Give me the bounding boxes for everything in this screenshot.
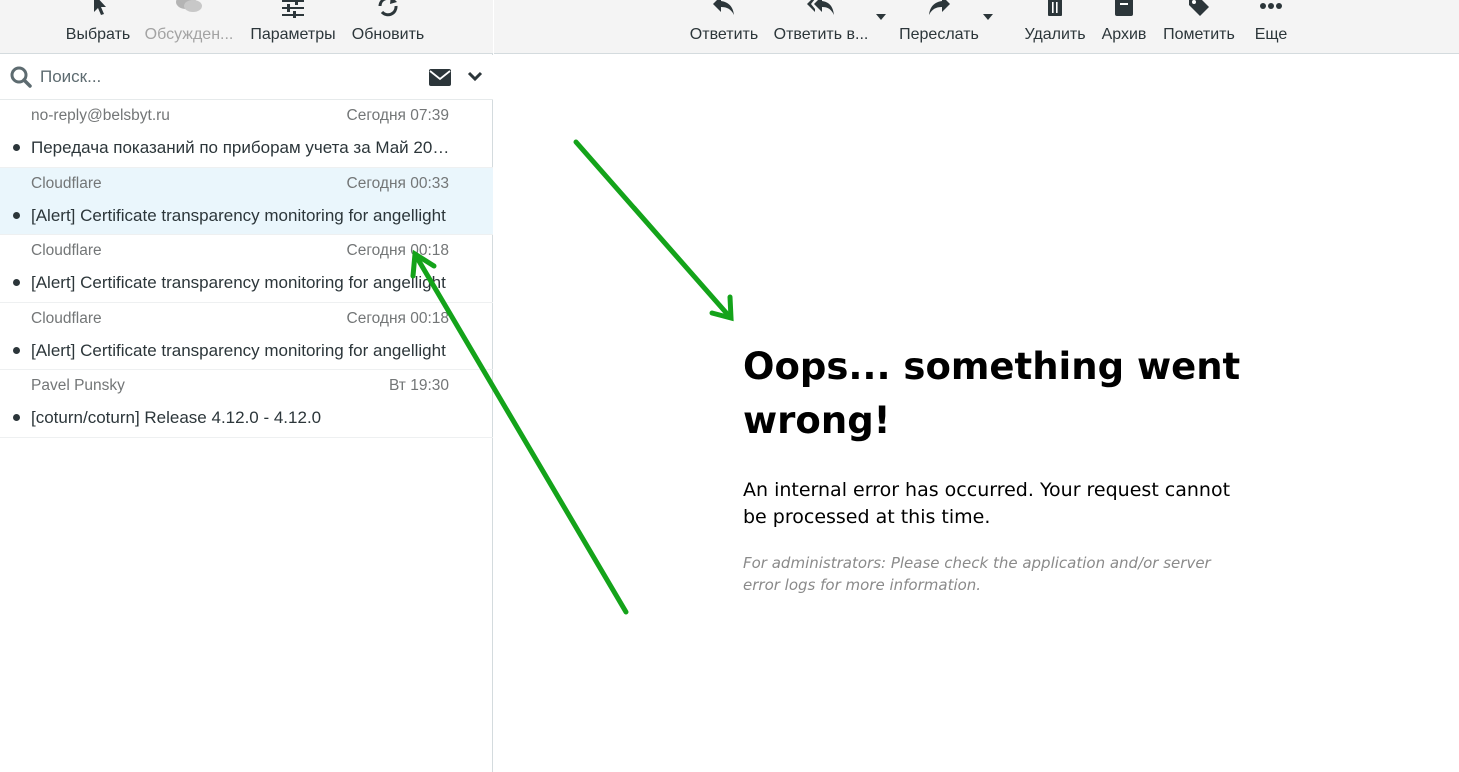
message-date: Сегодня 00:18 (346, 309, 450, 327)
forward-icon (929, 0, 950, 15)
message-sender: Cloudflare (31, 242, 102, 260)
more-dots-icon (1260, 3, 1282, 9)
message-list-pane: Выбрать Обсужден... Параметры Обновить П… (0, 0, 493, 772)
options-button[interactable]: Параметры (250, 0, 336, 54)
refresh-label: Обновить (351, 26, 425, 43)
sliders-icon (282, 0, 304, 18)
unread-dot-icon[interactable] (13, 144, 20, 151)
chevron-down-icon[interactable] (467, 71, 483, 82)
reply-label: Ответить (689, 26, 759, 43)
message-subject: [Alert] Certificate transparency monitor… (31, 273, 446, 293)
archive-icon (1115, 0, 1133, 16)
message-subject: [Alert] Certificate transparency monitor… (31, 340, 446, 360)
comments-icon (176, 0, 202, 12)
archive-button[interactable]: Архив (1100, 0, 1148, 54)
envelope-icon[interactable] (429, 69, 451, 86)
reply-all-icon (807, 0, 834, 15)
message-row[interactable]: Cloudflare Сегодня 00:18 [Alert] Certifi… (0, 303, 493, 371)
search-icon (10, 66, 32, 88)
forward-dropdown-icon[interactable] (983, 14, 993, 20)
search-bar (0, 55, 493, 100)
reply-all-dropdown-icon[interactable] (876, 14, 886, 20)
message-sender: no-reply@belsbyt.ru (31, 107, 170, 124)
threads-button[interactable]: Обсужден... (145, 0, 233, 54)
archive-label: Архив (1101, 26, 1147, 43)
unread-dot-icon[interactable] (13, 414, 20, 422)
message-content-pane: Ответить Ответить в... Переслать Удалить (494, 0, 1459, 772)
list-toolbar: Выбрать Обсужден... Параметры Обновить (0, 0, 493, 54)
reply-all-button[interactable]: Ответить в... (773, 0, 869, 54)
message-toolbar: Ответить Ответить в... Переслать Удалить (494, 0, 1459, 54)
mark-label: Пометить (1163, 26, 1235, 43)
options-label: Параметры (250, 26, 336, 43)
more-label: Еще (1254, 26, 1288, 43)
message-date: Вт 19:30 (388, 377, 449, 395)
message-sender: Cloudflare (31, 309, 102, 327)
message-row[interactable]: Cloudflare Сегодня 00:18 [Alert] Certifi… (0, 235, 493, 303)
search-input[interactable] (40, 63, 410, 91)
threads-label: Обсужден... (144, 26, 234, 43)
tag-icon (1189, 0, 1209, 16)
mark-button[interactable]: Пометить (1162, 0, 1236, 54)
unread-dot-icon[interactable] (13, 279, 20, 287)
message-date: Сегодня 00:18 (346, 242, 450, 260)
cursor-icon (94, 0, 106, 15)
reply-button[interactable]: Ответить (689, 0, 759, 54)
message-sender: Pavel Punsky (31, 377, 125, 395)
select-button[interactable]: Выбрать (66, 0, 130, 54)
error-message: Oops... something went wrong! An interna… (743, 340, 1243, 596)
unread-dot-icon[interactable] (13, 211, 20, 219)
unread-dot-icon[interactable] (13, 346, 20, 354)
delete-button[interactable]: Удалить (1024, 0, 1086, 54)
error-description: An internal error has occurred. Your req… (743, 479, 1231, 528)
trash-icon (1048, 0, 1062, 16)
reply-icon (713, 0, 734, 15)
forward-label: Переслать (899, 26, 979, 43)
message-row-selected[interactable]: Cloudflare Сегодня 00:33 [Alert] Certifi… (0, 167, 493, 236)
error-admin-note: For administrators: Please check the app… (743, 554, 1211, 594)
select-label: Выбрать (65, 26, 131, 43)
message-date: Сегодня 00:33 (346, 174, 450, 192)
message-row[interactable]: no-reply@belsbyt.ru Сегодня 07:39 Переда… (0, 100, 493, 168)
message-list: no-reply@belsbyt.ru Сегодня 07:39 Переда… (0, 100, 493, 438)
message-subject: [coturn/coturn] Release 4.12.0 - 4.12.0 (31, 408, 322, 428)
message-row[interactable]: Pavel Punsky Вт 19:30 [coturn/coturn] Re… (0, 370, 493, 438)
reply-all-label: Ответить в... (773, 26, 869, 43)
refresh-button[interactable]: Обновить (352, 0, 424, 54)
more-button[interactable]: Еще (1255, 0, 1287, 54)
error-title: Oops... something went wrong! (743, 345, 1241, 442)
message-sender: Cloudflare (31, 174, 102, 192)
message-subject: Передача показаний по приборам учета за … (31, 138, 451, 157)
forward-button[interactable]: Переслать (899, 0, 979, 54)
refresh-icon (378, 0, 398, 17)
message-subject: [Alert] Certificate transparency monitor… (31, 205, 446, 225)
message-date: Сегодня 07:39 (346, 107, 450, 124)
delete-label: Удалить (1024, 26, 1086, 43)
